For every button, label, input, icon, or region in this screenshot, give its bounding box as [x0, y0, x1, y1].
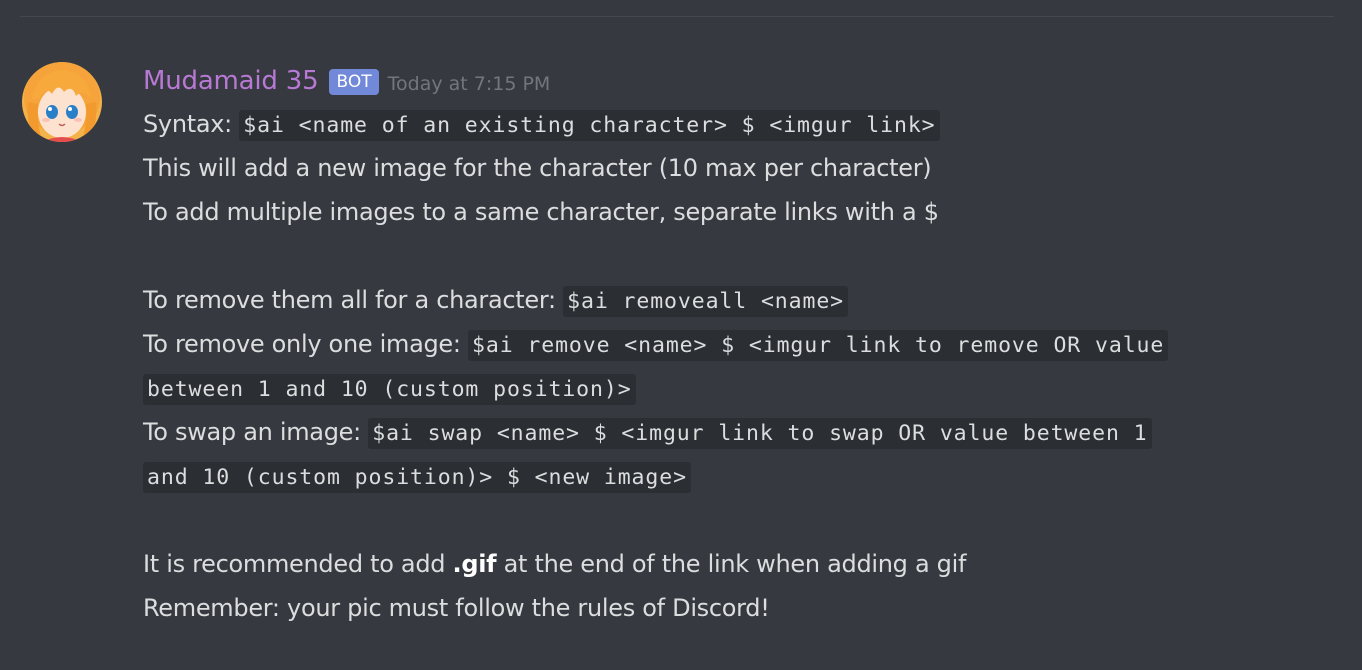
- remove-code-continued: between 1 and 10 (custom position)>: [143, 374, 636, 405]
- remove-code: $ai remove <name> $ <imgur link to remov…: [468, 330, 1169, 361]
- gif-bold: .gif: [452, 550, 497, 578]
- swap-line-continued: and 10 (custom position)> $ <new image>: [143, 454, 1348, 498]
- syntax-prefix: Syntax:: [143, 110, 240, 138]
- remove-line: To remove only one image: $ai remove <na…: [143, 322, 1348, 366]
- swap-code-continued: and 10 (custom position)> $ <new image>: [143, 462, 691, 493]
- removeall-line: To remove them all for a character: $ai …: [143, 278, 1348, 322]
- rules-line: Remember: your pic must follow the rules…: [143, 594, 770, 622]
- gif-prefix: It is recommended to add: [143, 550, 453, 578]
- bot-badge: BOT: [329, 69, 379, 95]
- message-header: Mudamaid 35 BOT Today at 7:15 PM: [143, 60, 1348, 102]
- username[interactable]: Mudamaid 35: [143, 66, 319, 96]
- removeall-code: $ai removeall <name>: [563, 286, 849, 317]
- message-divider: [20, 16, 1334, 17]
- multi-description: To add multiple images to a same charact…: [143, 198, 939, 226]
- remove-prefix: To remove only one image:: [143, 330, 469, 358]
- swap-line: To swap an image: $ai swap <name> $ <img…: [143, 410, 1348, 454]
- gif-suffix: at the end of the link when adding a gif: [496, 550, 967, 578]
- timestamp[interactable]: Today at 7:15 PM: [388, 73, 551, 95]
- remove-line-continued: between 1 and 10 (custom position)>: [143, 366, 1348, 410]
- message: Mudamaid 35 BOT Today at 7:15 PM Syntax:…: [143, 60, 1348, 630]
- syntax-code: $ai <name of an existing character> $ <i…: [239, 110, 940, 141]
- swap-prefix: To swap an image:: [143, 418, 369, 446]
- swap-code: $ai swap <name> $ <imgur link to swap OR…: [368, 418, 1152, 449]
- gif-line: It is recommended to add .gif at the end…: [143, 542, 1348, 586]
- avatar[interactable]: [22, 62, 102, 142]
- anime-girl-avatar-icon: [22, 62, 102, 142]
- syntax-line: Syntax: $ai <name of an existing charact…: [143, 102, 1348, 146]
- add-description: This will add a new image for the charac…: [143, 154, 932, 182]
- removeall-prefix: To remove them all for a character:: [143, 286, 564, 314]
- message-content: Syntax: $ai <name of an existing charact…: [143, 102, 1348, 630]
